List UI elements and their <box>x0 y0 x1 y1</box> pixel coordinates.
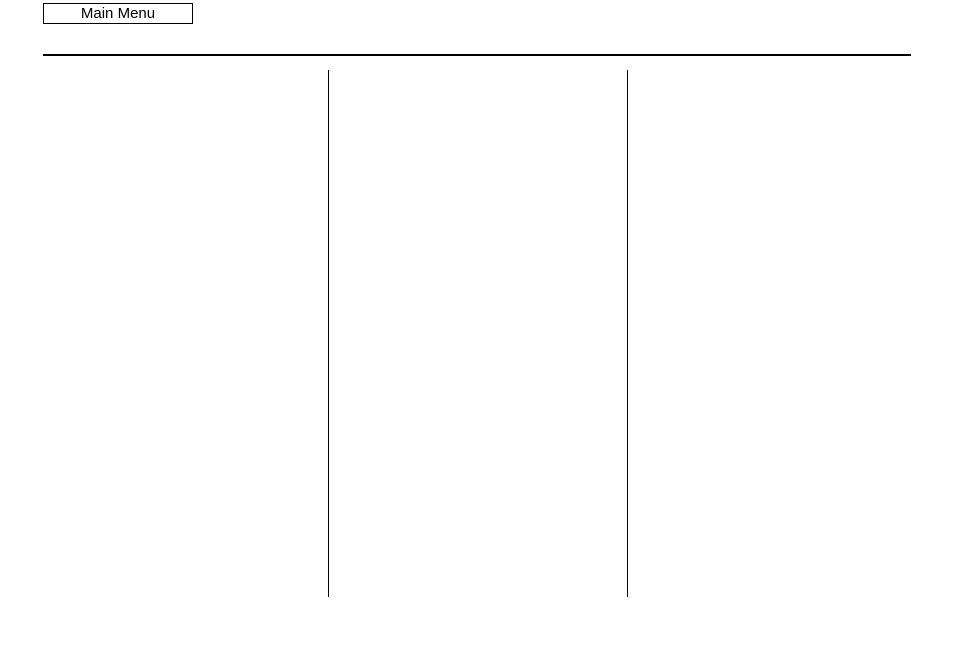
main-menu-button[interactable]: Main Menu <box>43 3 193 24</box>
column-divider-2 <box>627 70 628 597</box>
column-1 <box>43 70 323 597</box>
page-header: Main Menu <box>43 3 911 24</box>
column-2 <box>333 70 623 597</box>
content-columns <box>43 70 911 597</box>
column-divider-1 <box>328 70 329 597</box>
header-divider <box>43 54 911 56</box>
column-3 <box>633 70 911 597</box>
